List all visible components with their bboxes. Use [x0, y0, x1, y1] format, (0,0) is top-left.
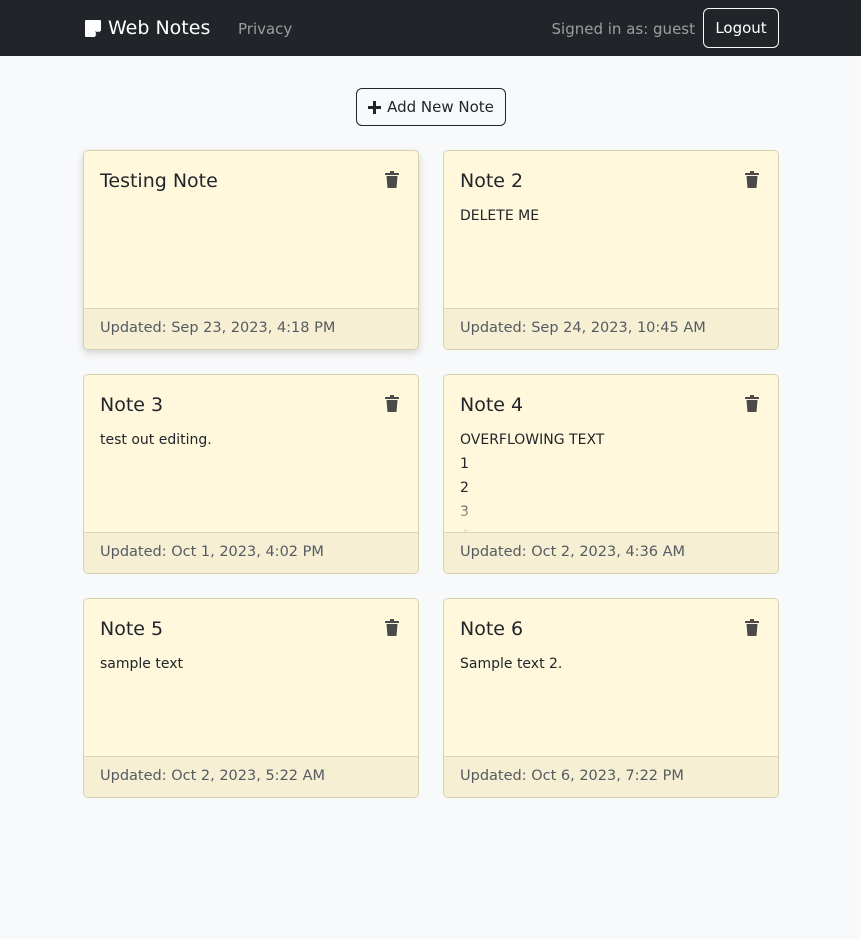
note-card[interactable]: Note 3 test out editing. Updated: Oct 1,…	[83, 374, 419, 574]
trash-icon[interactable]	[745, 171, 759, 188]
note-updated-timestamp: Updated: Oct 6, 2023, 7:22 PM	[444, 756, 778, 797]
note-title: Note 3	[100, 394, 164, 416]
notes-grid: Testing Note Updated: Sep 23, 2023, 4:18…	[83, 150, 779, 798]
note-updated-timestamp: Updated: Oct 1, 2023, 4:02 PM	[84, 532, 418, 573]
note-body: Sample text 2.	[460, 656, 563, 672]
add-new-note-button[interactable]: Add New Note	[356, 88, 506, 126]
brand-label: Web Notes	[108, 17, 211, 39]
navbar: Web Notes Privacy Signed in as: guest Lo…	[0, 0, 861, 56]
note-card[interactable]: Note 2 DELETE ME Updated: Sep 24, 2023, …	[443, 150, 779, 350]
trash-icon[interactable]	[745, 395, 759, 412]
note-title: Note 4	[460, 394, 524, 416]
note-card[interactable]: Note 5 sample text Updated: Oct 2, 2023,…	[83, 598, 419, 798]
logout-button[interactable]: Logout	[703, 8, 779, 48]
trash-icon[interactable]	[745, 619, 759, 636]
note-body: test out editing.	[100, 432, 212, 448]
note-title: Note 5	[100, 618, 164, 640]
note-updated-timestamp: Updated: Sep 24, 2023, 10:45 AM	[444, 308, 778, 349]
plus-icon	[368, 100, 382, 114]
trash-icon[interactable]	[385, 171, 399, 188]
note-body	[100, 204, 402, 308]
note-body: DELETE ME	[460, 208, 540, 224]
note-updated-timestamp: Updated: Sep 23, 2023, 4:18 PM	[84, 308, 418, 349]
note-updated-timestamp: Updated: Oct 2, 2023, 4:36 AM	[444, 532, 778, 573]
add-new-note-label: Add New Note	[387, 98, 494, 116]
note-title: Note 2	[460, 170, 524, 192]
signed-in-text: Signed in as: guest	[551, 20, 695, 38]
trash-icon[interactable]	[385, 395, 399, 412]
note-card[interactable]: Note 4 OVERFLOWING TEXT 1 2 3 4 Updated:…	[443, 374, 779, 574]
note-title: Testing Note	[100, 170, 218, 192]
nav-link-privacy[interactable]: Privacy	[238, 20, 292, 38]
sticky-note-icon	[85, 19, 101, 37]
trash-icon[interactable]	[385, 619, 399, 636]
note-card[interactable]: Testing Note Updated: Sep 23, 2023, 4:18…	[83, 150, 419, 350]
note-body: sample text	[100, 656, 183, 672]
note-title: Note 6	[460, 618, 524, 640]
note-card[interactable]: Note 6 Sample text 2. Updated: Oct 6, 20…	[443, 598, 779, 798]
note-updated-timestamp: Updated: Oct 2, 2023, 5:22 AM	[84, 756, 418, 797]
note-body: OVERFLOWING TEXT 1 2 3 4	[460, 432, 605, 532]
brand-link[interactable]: Web Notes	[84, 17, 210, 39]
